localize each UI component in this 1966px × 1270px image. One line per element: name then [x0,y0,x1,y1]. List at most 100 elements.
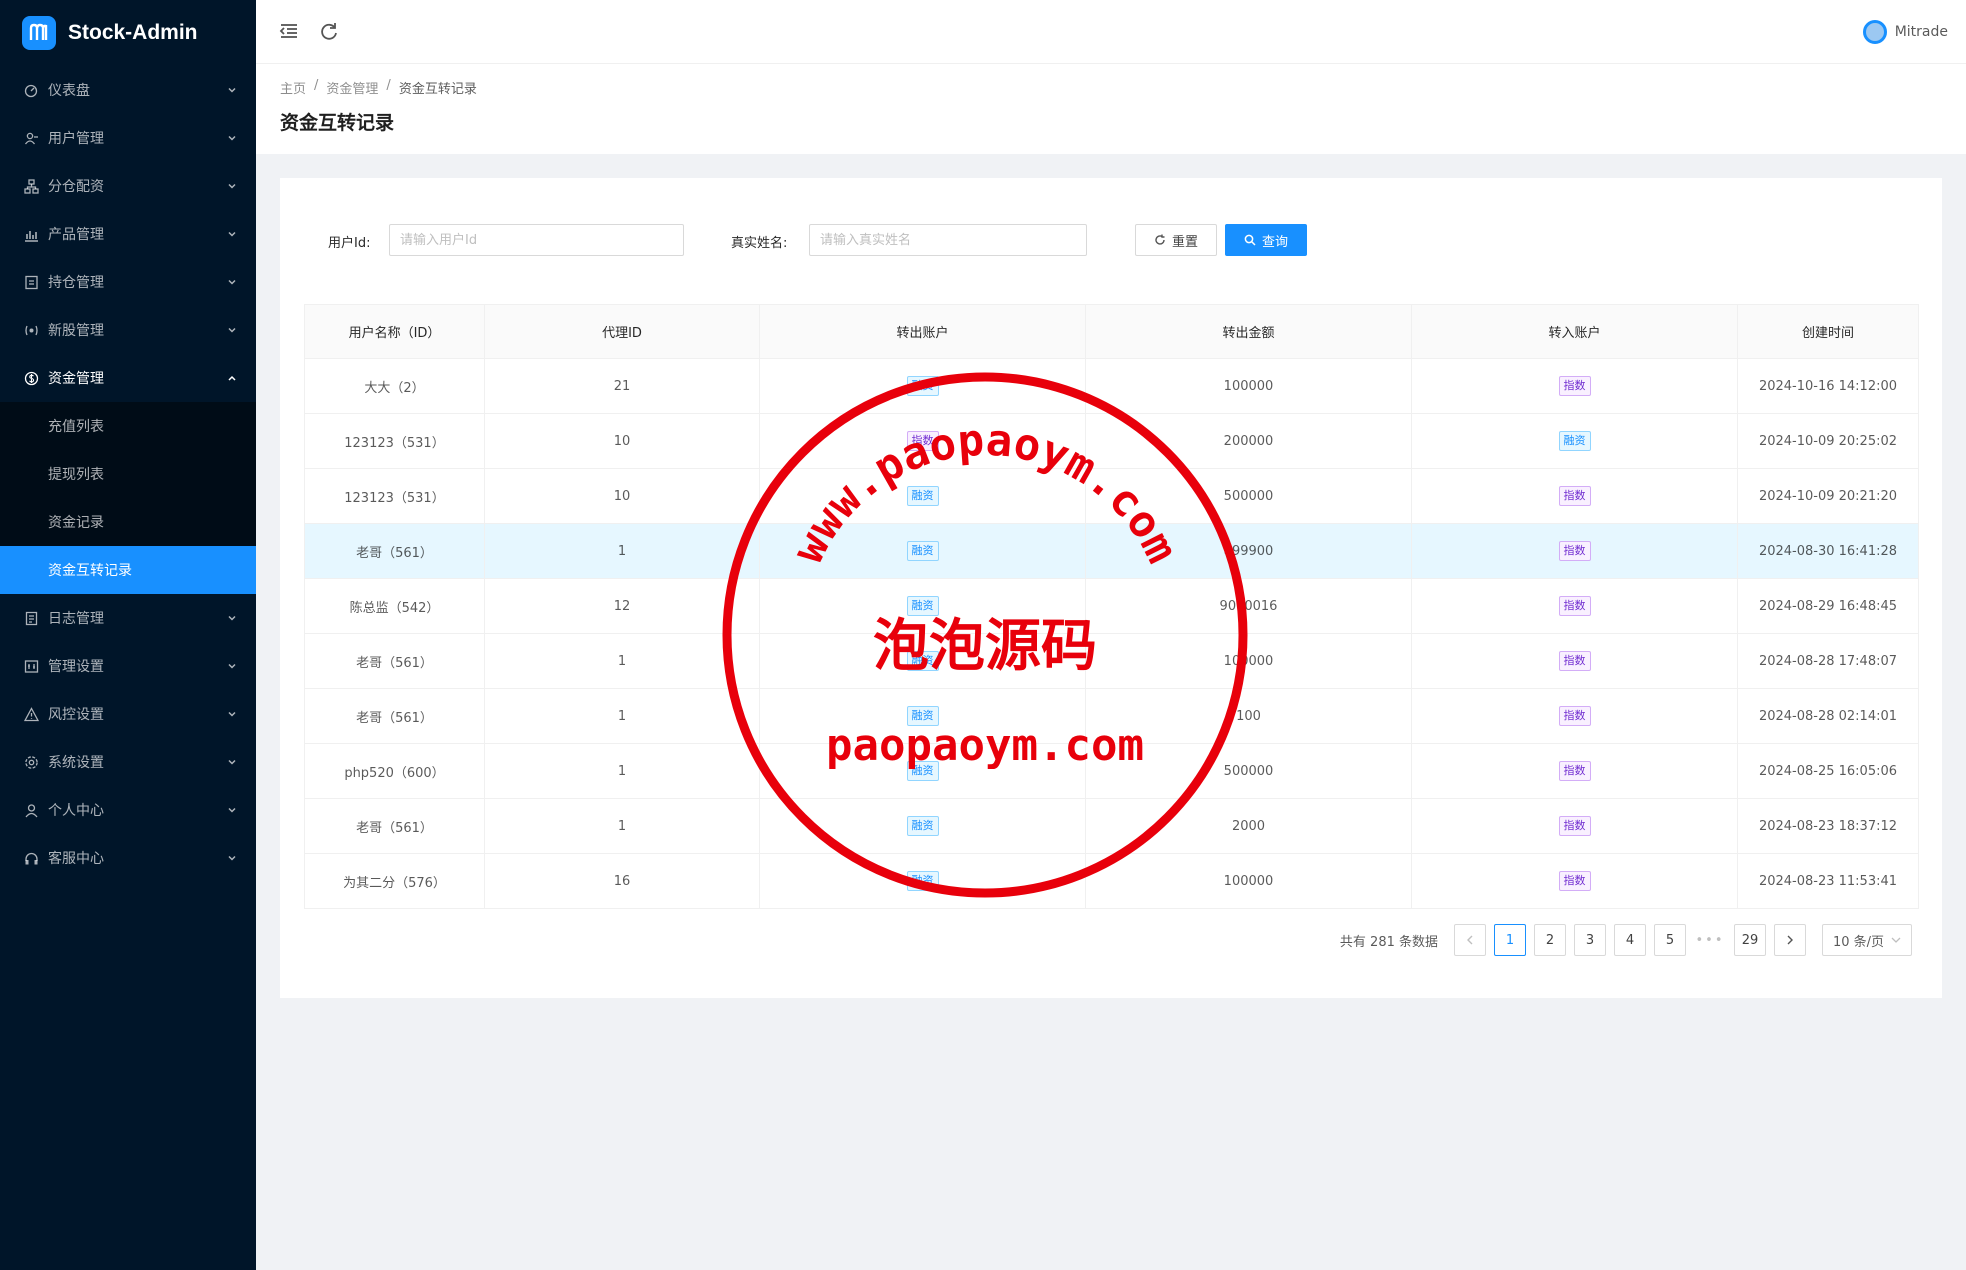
last-page-button[interactable]: 29 [1734,924,1766,956]
cell-amount: 500000 [1085,743,1412,799]
pagination: 共有 281 条数据 1 2 3 4 5 ••• 29 10 条/页 [1340,924,1912,956]
chevron-down-icon [226,660,238,672]
page-button[interactable]: 1 [1494,924,1526,956]
cell-agent: 1 [484,798,760,854]
page-size-select[interactable]: 10 条/页 [1822,924,1912,956]
page-ellipsis[interactable]: ••• [1694,924,1726,956]
bar-chart-icon [24,227,39,242]
cell-from: 融资 [759,688,1086,744]
sidebar-item[interactable]: 管理设置 [0,642,256,690]
sidebar-item[interactable]: 日志管理 [0,594,256,642]
table-row[interactable]: 陈总监（542） 12 融资 9000016 指数 2024-08-29 16:48:45 [304,578,1919,634]
cell-from: 融资 [759,853,1086,909]
account-tag: 融资 [906,376,939,396]
table-row[interactable]: 老哥（561） 1 融资 899900 指数 2024-08-30 16:41:28 [304,523,1919,579]
sidebar-item[interactable]: 用户管理 [0,114,256,162]
sidebar-item-label: 系统设置 [48,755,104,771]
reset-button[interactable]: 重置 [1135,224,1217,256]
users-icon [24,131,39,146]
page-button[interactable]: 4 [1614,924,1646,956]
breadcrumb-home[interactable]: 主页 [280,78,306,97]
cell-time: 2024-08-28 17:48:07 [1737,633,1919,689]
table-row[interactable]: php520（600） 1 融资 500000 指数 2024-08-25 16:05:0… [304,743,1919,799]
account-tag: 指数 [1558,871,1591,891]
table-row[interactable]: 为其二分（576） 16 融资 100000 指数 2024-08-23 11:53:41 [304,853,1919,909]
logo[interactable]: Stock-Admin [0,0,256,66]
submenu-item[interactable]: 资金互转记录 [0,546,256,594]
sidebar-item[interactable]: 客服中心 [0,834,256,882]
avatar [1862,20,1887,44]
cell-to: 融资 [1411,413,1738,469]
sidebar-item[interactable]: 分仓配资 [0,162,256,210]
refresh-icon[interactable] [318,20,340,42]
total-count: 共有 281 条数据 [1339,934,1438,950]
user-id-input[interactable] [389,224,684,256]
app-title: Stock-Admin [68,21,198,44]
reload-icon [1155,234,1165,245]
cell-agent: 21 [484,358,760,414]
next-page-button[interactable] [1774,924,1806,956]
chevron-down-icon [226,84,238,96]
menu-fold-icon[interactable] [278,20,300,42]
holding-icon [24,275,39,290]
account-tag: 融资 [906,816,939,836]
cell-to: 指数 [1411,688,1738,744]
cell-agent: 1 [484,523,760,579]
table-row[interactable]: 老哥（561） 1 融资 2000 指数 2024-08-23 18:37:12 [304,798,1919,854]
cell-user: 老哥（561） [304,798,485,854]
cell-user: php520（600） [304,743,485,799]
cell-to: 指数 [1411,743,1738,799]
cell-agent: 12 [484,578,760,634]
sidebar-item[interactable]: 产品管理 [0,210,256,258]
table-row[interactable]: 老哥（561） 1 融资 100 指数 2024-08-28 02:14:01 [304,688,1919,744]
page-button[interactable]: 5 [1654,924,1686,956]
cell-to: 指数 [1411,468,1738,524]
user-icon [24,803,39,818]
cell-amount: 100000 [1085,358,1412,414]
query-label: 查询 [1261,234,1288,250]
cell-from: 融资 [759,743,1086,799]
submenu-item[interactable]: 提现列表 [0,450,256,498]
page-button[interactable]: 2 [1534,924,1566,956]
query-button[interactable]: 查询 [1225,224,1307,256]
reset-label: 重置 [1171,234,1198,250]
page-button[interactable]: 3 [1574,924,1606,956]
username: Mitrade [1894,24,1948,40]
cell-time: 2024-08-23 18:37:12 [1737,798,1919,854]
sidebar-item[interactable]: 资金管理 [0,354,256,402]
user-id-label: 用户Id: [328,236,371,251]
sidebar-item[interactable]: 系统设置 [0,738,256,786]
cell-user: 老哥（561） [304,523,485,579]
table-row[interactable]: 123123（531） 10 指数 200000 融资 2024-10-09 20:25:… [304,413,1919,469]
sidebar-item-label: 日志管理 [48,611,104,627]
dollar-circle-icon [24,371,39,386]
sidebar-item-label: 仪表盘 [48,83,90,99]
sidebar-item[interactable]: 风控设置 [0,690,256,738]
submenu-item[interactable]: 资金记录 [0,498,256,546]
cell-from: 融资 [759,523,1086,579]
fund-submenu: 充值列表 提现列表 资金记录 资金互转记录 [0,402,256,594]
submenu-item[interactable]: 充值列表 [0,402,256,450]
cell-time: 2024-08-29 16:48:45 [1737,578,1919,634]
sidebar-item[interactable]: 持仓管理 [0,258,256,306]
cell-to: 指数 [1411,633,1738,689]
breadcrumb-separator: / [386,78,391,93]
table-row[interactable]: 大大（2） 21 融资 100000 指数 2024-10-16 14:12:00 [304,358,1919,414]
prev-page-button[interactable] [1454,924,1486,956]
sidebar: Stock-Admin 仪表盘用户管理 分仓配资 产品管理 持仓管理 新股管理 资金管理充… [0,0,256,1270]
sidebar-item-label: 管理设置 [48,659,104,675]
table-row[interactable]: 老哥（561） 1 融资 100000 指数 2024-08-28 17:48:07 [304,633,1919,689]
sidebar-item[interactable]: 仪表盘 [0,66,256,114]
account-tag: 指数 [906,431,939,451]
real-name-input[interactable] [809,224,1087,256]
sidebar-item[interactable]: 新股管理 [0,306,256,354]
cell-user: 老哥（561） [304,688,485,744]
account-tag: 融资 [906,651,939,671]
account-tag: 融资 [906,596,939,616]
cell-user: 123123（531） [304,413,485,469]
table-body: 大大（2） 21 融资 100000 指数 2024-10-16 14:12:00 1231… [304,358,1919,909]
breadcrumb-parent[interactable]: 资金管理 [326,78,378,97]
table-row[interactable]: 123123（531） 10 融资 500000 指数 2024-10-09 20:21:… [304,468,1919,524]
user-menu[interactable]: Mitrade [1862,20,1948,44]
sidebar-item[interactable]: 个人中心 [0,786,256,834]
